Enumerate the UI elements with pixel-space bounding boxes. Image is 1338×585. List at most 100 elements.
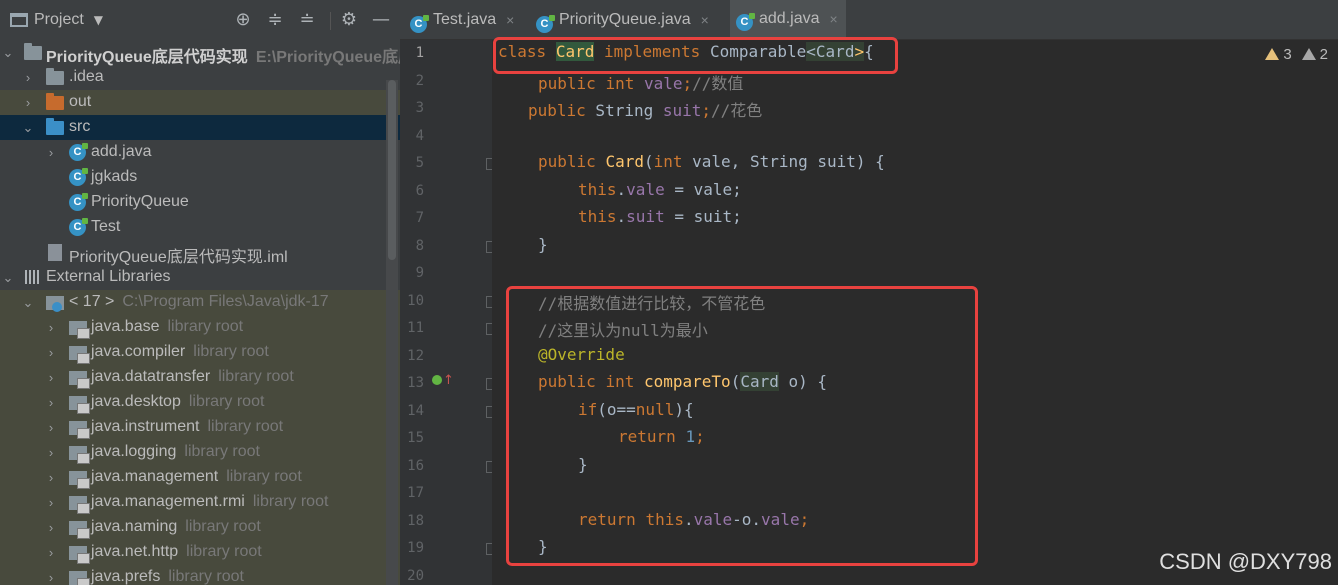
library-root-hint: library root xyxy=(168,568,244,585)
chevron-right-icon[interactable]: › xyxy=(45,445,57,460)
chevron-right-icon[interactable]: › xyxy=(45,370,57,385)
tree-item-external-libraries[interactable]: ⌄ External Libraries xyxy=(0,265,400,290)
code-token: //数值 xyxy=(692,73,744,93)
line-number[interactable]: 4 xyxy=(400,128,424,144)
chevron-right-icon[interactable]: › xyxy=(45,320,57,335)
scrollbar-thumb[interactable] xyxy=(388,80,396,260)
tree-item-idea[interactable]: › .idea xyxy=(0,65,400,90)
tree-item-library[interactable]: › java.naming library root xyxy=(0,515,400,540)
library-icon xyxy=(69,396,90,414)
collapse-all-icon[interactable]: ≐ xyxy=(296,10,318,30)
chevron-right-icon[interactable]: › xyxy=(45,145,57,160)
chevron-down-icon[interactable]: ⌄ xyxy=(22,295,34,311)
line-number[interactable]: 19 xyxy=(400,540,424,556)
line-number[interactable]: 2 xyxy=(400,73,424,89)
chevron-down-icon[interactable]: ⌄ xyxy=(2,45,14,61)
tree-item-label: External Libraries xyxy=(46,268,171,285)
tree-item-iml[interactable]: PriorityQueue底层代码实现.iml xyxy=(0,240,400,266)
code-token: suit xyxy=(662,101,702,120)
tree-item-project-root[interactable]: ⌄ PriorityQueue底层代码实现 E:\PriorityQueue底层 xyxy=(0,40,414,66)
tab-test-java[interactable]: C Test.java × xyxy=(410,0,530,40)
line-number[interactable]: 12 xyxy=(400,348,424,364)
line-number[interactable]: 17 xyxy=(400,485,424,501)
hide-icon[interactable]: — xyxy=(370,10,392,30)
tree-item-library[interactable]: › java.datatransfer library root xyxy=(0,365,400,390)
tree-scrollbar[interactable] xyxy=(386,80,398,585)
chevron-right-icon[interactable]: › xyxy=(22,70,34,85)
chevron-right-icon[interactable]: › xyxy=(45,470,57,485)
line-number[interactable]: 15 xyxy=(400,430,424,446)
tab-priorityqueue-java[interactable]: C PriorityQueue.java × xyxy=(536,0,724,40)
tree-item-library[interactable]: › java.net.http library root xyxy=(0,540,400,565)
chevron-right-icon[interactable]: › xyxy=(45,520,57,535)
chevron-down-icon[interactable]: ⌄ xyxy=(22,120,34,136)
chevron-right-icon[interactable]: › xyxy=(45,570,57,585)
tree-item-out[interactable]: › out xyxy=(0,90,400,115)
chevron-right-icon[interactable]: › xyxy=(45,545,57,560)
code-line[interactable]: this.vale = vale; xyxy=(578,180,742,199)
line-number[interactable]: 20 xyxy=(400,568,424,584)
tree-item-library[interactable]: › java.desktop library root xyxy=(0,390,400,415)
line-number[interactable]: 14 xyxy=(400,403,424,419)
chevron-right-icon[interactable]: › xyxy=(45,395,57,410)
chevron-down-icon[interactable]: ⌄ xyxy=(2,270,14,286)
tree-item-library[interactable]: › java.logging library root xyxy=(0,440,400,465)
locate-icon[interactable]: ⊕ xyxy=(232,10,254,30)
tree-item-library[interactable]: › java.base library root xyxy=(0,315,400,340)
chevron-right-icon[interactable]: › xyxy=(45,420,57,435)
tree-item-src[interactable]: ⌄ src xyxy=(0,115,400,140)
tree-item-label: java.naming xyxy=(91,518,178,535)
weak-warning-count[interactable]: 2 xyxy=(1301,46,1328,63)
line-number[interactable]: 1 xyxy=(400,45,424,61)
tab-add-java[interactable]: C add.java × xyxy=(730,0,846,40)
line-number[interactable]: 7 xyxy=(400,210,424,226)
project-tool-window: Project ▼ ⊕ ≑ ≐ ⚙ — ⌄ PriorityQueue底层代码实… xyxy=(0,0,414,585)
tree-item-library[interactable]: › java.instrument library root xyxy=(0,415,400,440)
inspection-widget[interactable]: 3 2 xyxy=(1265,46,1328,63)
code-line[interactable]: this.suit = suit; xyxy=(578,207,742,226)
expand-all-icon[interactable]: ≑ xyxy=(264,10,286,30)
warning-count[interactable]: 3 xyxy=(1265,46,1292,63)
code-line[interactable]: } xyxy=(538,235,548,254)
project-view-title[interactable]: Project xyxy=(34,11,84,29)
library-root-hint: library root xyxy=(167,318,244,335)
gear-icon[interactable]: ⚙ xyxy=(338,10,360,30)
chevron-right-icon[interactable]: › xyxy=(45,345,57,360)
implements-method-icon[interactable] xyxy=(432,375,442,385)
tree-item-priorityqueue[interactable]: C PriorityQueue xyxy=(0,190,400,215)
line-number[interactable]: 11 xyxy=(400,320,424,336)
line-number[interactable]: 8 xyxy=(400,238,424,254)
code-line[interactable]: public Card(int vale, String suit) { xyxy=(538,152,885,171)
line-number[interactable]: 18 xyxy=(400,513,424,529)
chevron-down-icon[interactable]: ▼ xyxy=(94,13,103,27)
arrow-up-icon[interactable]: ↑ xyxy=(443,373,454,388)
tree-item-library[interactable]: › java.compiler library root xyxy=(0,340,400,365)
tree-item-add-java[interactable]: › C add.java xyxy=(0,140,400,165)
tree-item-test[interactable]: C Test xyxy=(0,215,400,240)
close-icon[interactable]: × xyxy=(701,12,709,28)
line-number[interactable]: 16 xyxy=(400,458,424,474)
library-icon xyxy=(69,521,90,539)
line-number[interactable]: 9 xyxy=(400,265,424,281)
close-icon[interactable]: × xyxy=(830,11,838,27)
line-number[interactable]: 6 xyxy=(400,183,424,199)
editor-gutter[interactable]: 1 2 3 4 5 6 7 8 9 10 11 12 13 14 15 16 17 18 19 20 xyxy=(400,40,496,585)
java-class-icon: C xyxy=(69,168,88,186)
tree-item-jdk[interactable]: ⌄ < 17 > C:\Program Files\Java\jdk-17 xyxy=(0,290,400,315)
chevron-right-icon[interactable]: › xyxy=(22,95,34,110)
tree-item-library[interactable]: › java.management.rmi library root xyxy=(0,490,400,515)
line-number[interactable]: 3 xyxy=(400,100,424,116)
line-number[interactable]: 13 xyxy=(400,375,424,391)
line-number[interactable]: 5 xyxy=(400,155,424,171)
chevron-right-icon[interactable]: › xyxy=(45,495,57,510)
weak-warning-icon xyxy=(1301,48,1316,60)
tree-item-library[interactable]: › java.prefs library root xyxy=(0,565,400,585)
warning-icon xyxy=(1265,48,1280,60)
code-line[interactable]: public String suit;//花色 xyxy=(528,97,762,121)
line-number[interactable]: 10 xyxy=(400,293,424,309)
tree-item-library[interactable]: › java.management library root xyxy=(0,465,400,490)
tree-item-jgkads[interactable]: C jgkads xyxy=(0,165,400,190)
close-icon[interactable]: × xyxy=(506,12,514,28)
